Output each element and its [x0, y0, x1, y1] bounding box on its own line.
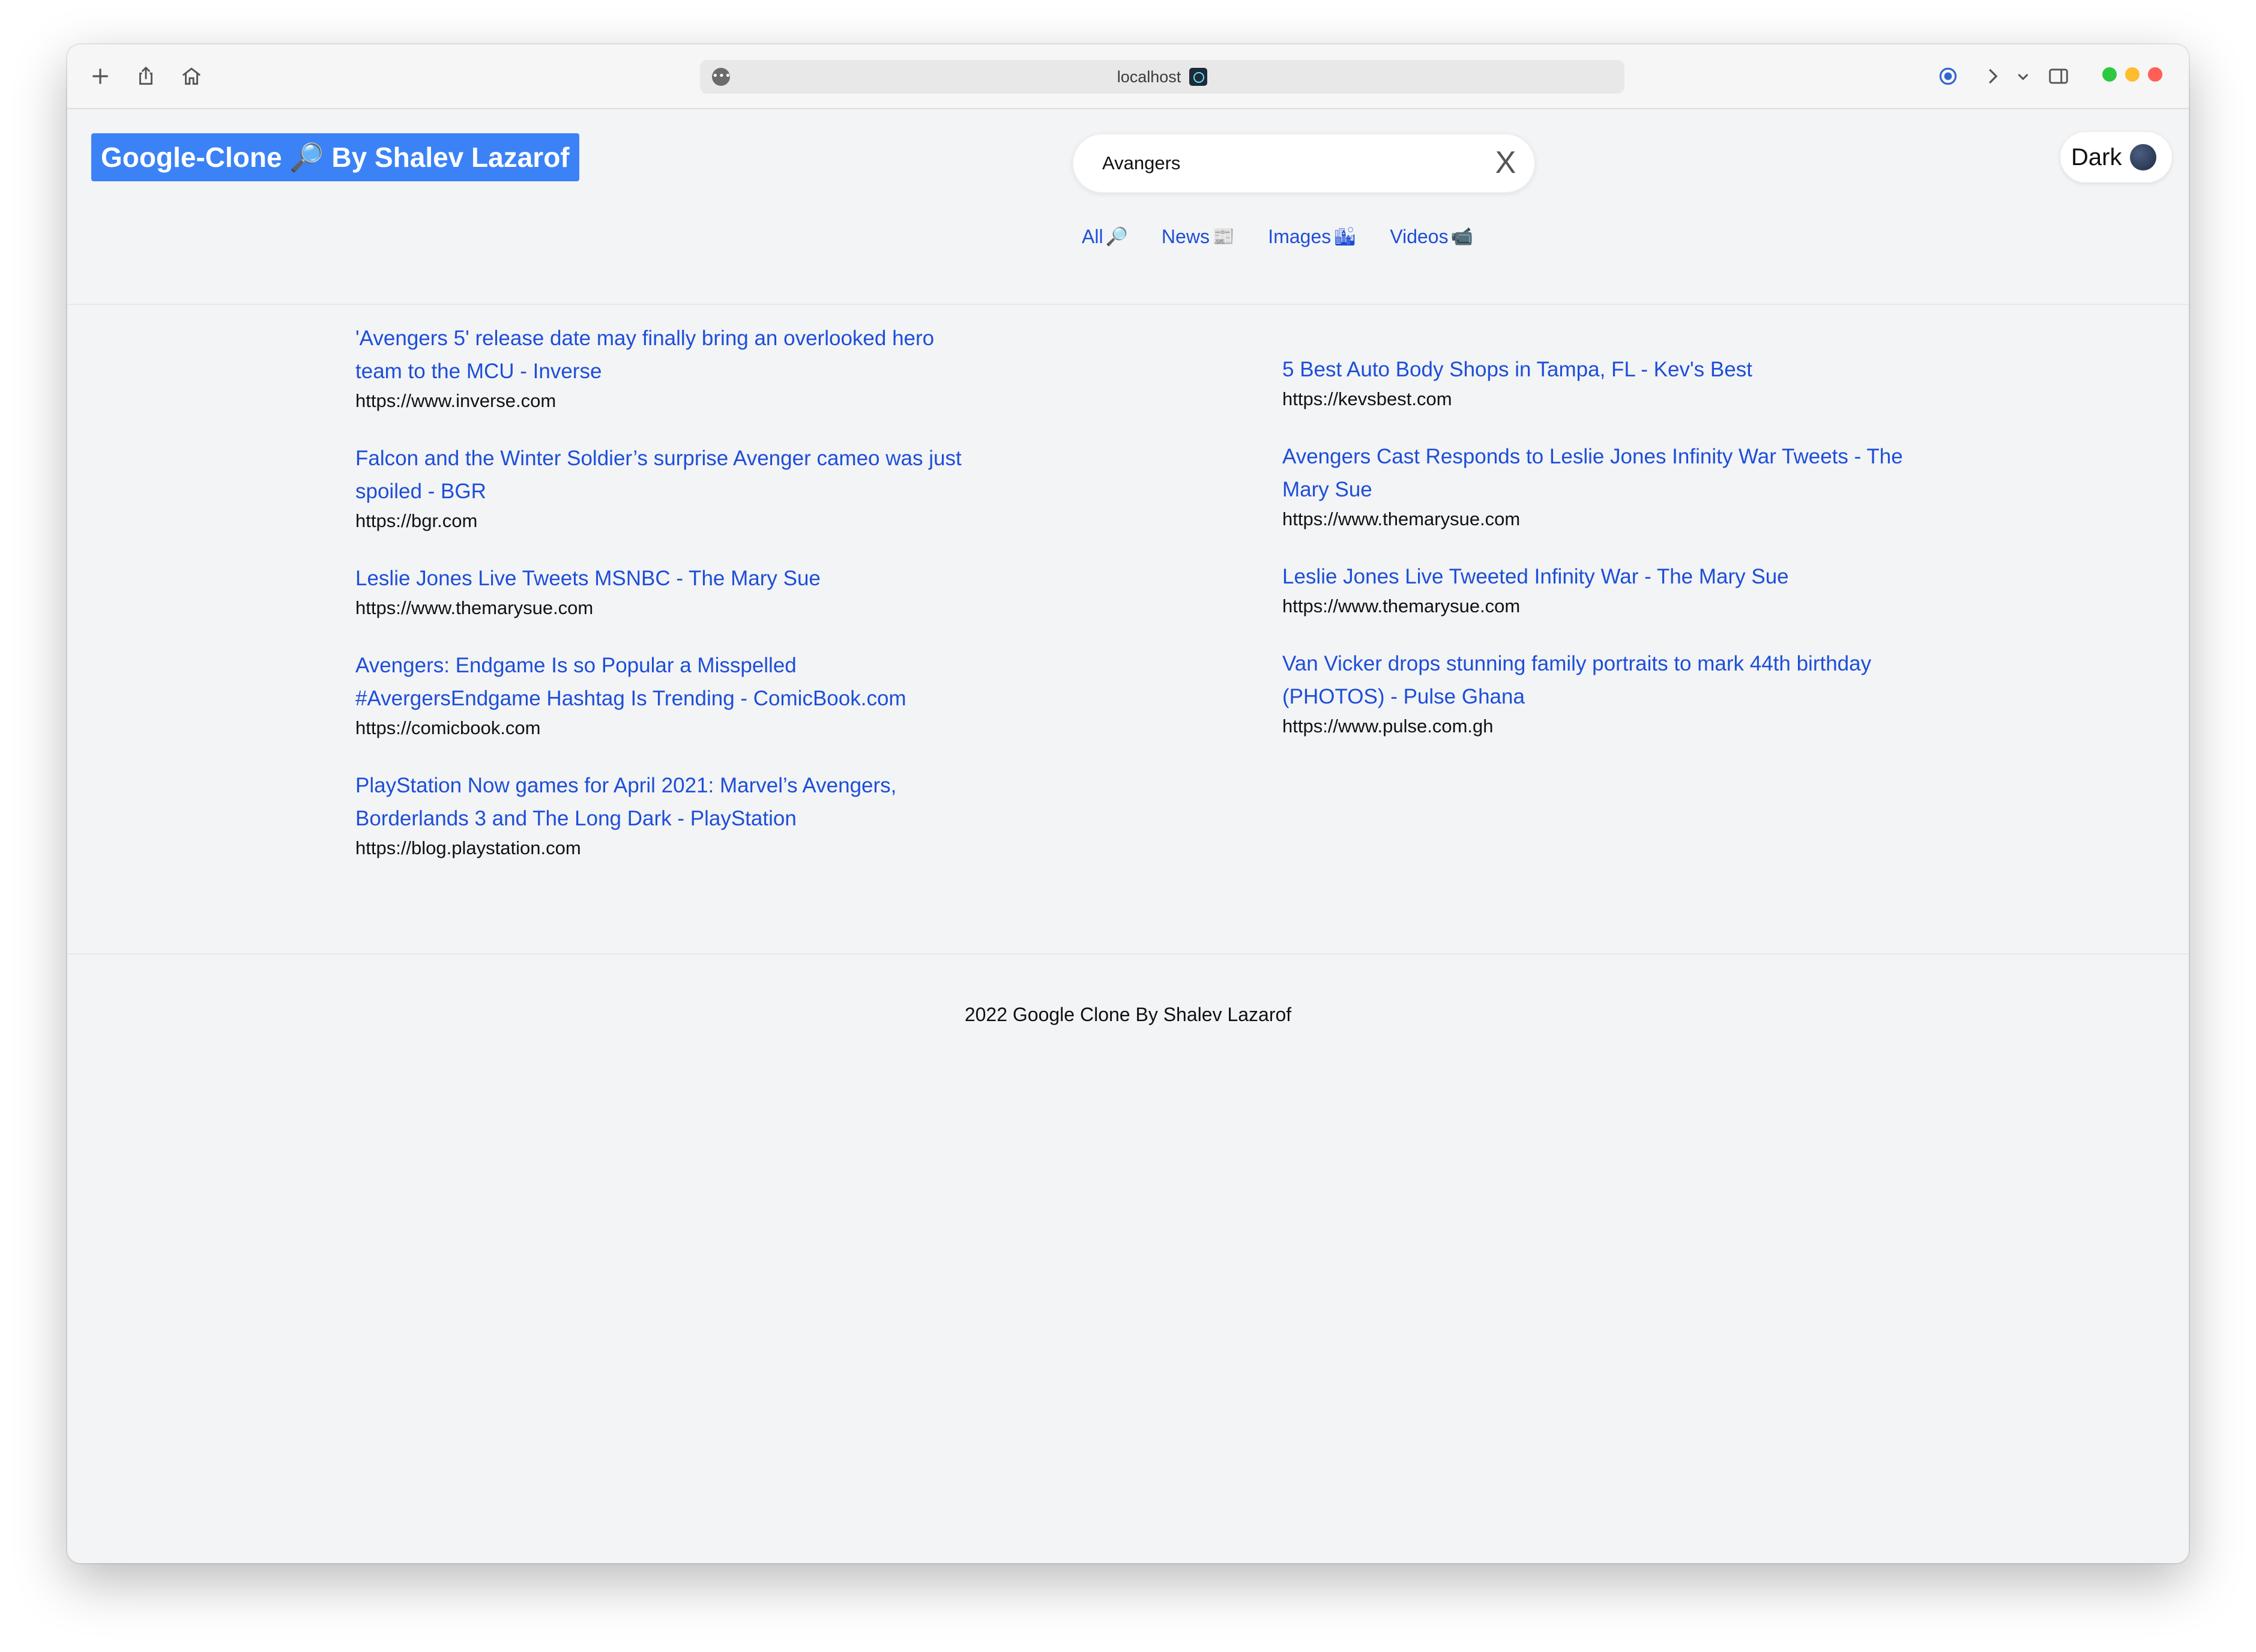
- site-logo[interactable]: Google-Clone 🔎 By Shalev Lazarof: [91, 133, 579, 181]
- tab-label: All: [1082, 225, 1103, 247]
- page-footer: 2022 Google Clone By Shalev Lazarof: [67, 968, 2189, 1026]
- result-url: https://www.themarysue.com: [1282, 595, 1521, 616]
- result-item: 'Avengers 5' release date may finally br…: [355, 322, 980, 414]
- result-title-link[interactable]: Van Vicker drops stunning family portrai…: [1282, 647, 1907, 713]
- home-icon[interactable]: [175, 60, 208, 92]
- react-favicon-icon: [1189, 68, 1208, 86]
- result-title-link[interactable]: Avengers Cast Responds to Leslie Jones I…: [1282, 440, 1907, 506]
- window-minimize-button[interactable]: [2125, 67, 2140, 82]
- address-url: localhost: [1117, 67, 1181, 86]
- tab-all[interactable]: All 🔎: [1082, 219, 1128, 255]
- extension-icon[interactable]: [1932, 60, 1964, 92]
- chevron-down-icon[interactable]: [2012, 60, 2034, 92]
- result-url: https://blog.playstation.com: [355, 837, 581, 858]
- page-content: Google-Clone 🔎 By Shalev Lazarof X Dark …: [67, 109, 2189, 1563]
- result-item: Leslie Jones Live Tweets MSNBC - The Mar…: [355, 562, 980, 621]
- result-url: https://www.pulse.com.gh: [1282, 716, 1494, 737]
- forward-icon[interactable]: [1976, 60, 2009, 92]
- result-title-link[interactable]: Leslie Jones Live Tweeted Infinity War -…: [1282, 560, 1907, 593]
- search-input[interactable]: [1101, 148, 1440, 179]
- result-url: https://www.themarysue.com: [1282, 508, 1521, 529]
- newspaper-icon: 📰: [1211, 226, 1235, 247]
- results-column-right: 5 Best Auto Body Shops in Tampa, FL - Ke…: [1282, 322, 1907, 767]
- result-title-link[interactable]: Avengers: Endgame Is so Popular a Misspe…: [355, 649, 980, 715]
- theme-toggle-button[interactable]: Dark: [2060, 132, 2173, 182]
- tab-news[interactable]: News 📰: [1162, 219, 1234, 255]
- tab-label: Images: [1268, 225, 1332, 247]
- search-tabs: All 🔎 News 📰 Images 🏙 Videos 📹: [1082, 219, 1473, 255]
- result-item: Avengers: Endgame Is so Popular a Misspe…: [355, 649, 980, 741]
- result-title-link[interactable]: Falcon and the Winter Soldier’s surprise…: [355, 442, 980, 508]
- tab-images[interactable]: Images 🏙: [1268, 219, 1356, 255]
- search-box: X: [1072, 133, 1536, 193]
- new-tab-icon[interactable]: [84, 60, 116, 92]
- site-header: Google-Clone 🔎 By Shalev Lazarof X Dark …: [67, 109, 2189, 305]
- result-item: PlayStation Now games for April 2021: Ma…: [355, 769, 980, 861]
- moon-icon: [2130, 144, 2157, 170]
- window-maximize-button[interactable]: [2102, 67, 2117, 82]
- result-item: Leslie Jones Live Tweeted Infinity War -…: [1282, 560, 1907, 620]
- tab-label: Videos: [1390, 225, 1449, 247]
- window-close-button[interactable]: [2148, 67, 2162, 82]
- theme-toggle-label: Dark: [2071, 143, 2122, 170]
- result-url: https://www.themarysue.com: [355, 597, 594, 618]
- share-icon[interactable]: [130, 60, 162, 92]
- result-title-link[interactable]: 'Avengers 5' release date may finally br…: [355, 322, 980, 388]
- results-column-left: 'Avengers 5' release date may finally br…: [355, 322, 980, 889]
- cityscape-icon: 🏙: [1333, 226, 1357, 247]
- address-bar[interactable]: ••• localhost: [700, 60, 1624, 94]
- browser-toolbar: ••• localhost: [67, 44, 2189, 109]
- clear-search-button[interactable]: X: [1488, 142, 1524, 184]
- result-item: Van Vicker drops stunning family portrai…: [1282, 647, 1907, 740]
- footer-text: 2022 Google Clone By Shalev Lazarof: [964, 1004, 1292, 1025]
- result-title-link[interactable]: Leslie Jones Live Tweets MSNBC - The Mar…: [355, 562, 980, 595]
- tab-videos[interactable]: Videos 📹: [1390, 219, 1473, 255]
- result-item: 5 Best Auto Body Shops in Tampa, FL - Ke…: [1282, 353, 1907, 412]
- video-camera-icon: 📹: [1450, 226, 1473, 247]
- browser-window: ••• localhost Google-Clone 🔎 By Shalev L…: [67, 44, 2189, 1563]
- tab-label: News: [1161, 225, 1210, 247]
- sidebar-toggle-icon[interactable]: [2042, 60, 2075, 92]
- magnifier-icon: 🔎: [1105, 226, 1128, 247]
- result-item: Falcon and the Winter Soldier’s surprise…: [355, 442, 980, 534]
- result-url: https://bgr.com: [355, 510, 478, 531]
- result-title-link[interactable]: 5 Best Auto Body Shops in Tampa, FL - Ke…: [1282, 353, 1907, 386]
- result-title-link[interactable]: PlayStation Now games for April 2021: Ma…: [355, 769, 980, 835]
- result-url: https://comicbook.com: [355, 717, 541, 738]
- result-url: https://kevsbest.com: [1282, 388, 1452, 409]
- result-item: Avengers Cast Responds to Leslie Jones I…: [1282, 440, 1907, 532]
- result-url: https://www.inverse.com: [355, 390, 556, 411]
- site-info-icon[interactable]: •••: [712, 68, 731, 86]
- search-results: 'Avengers 5' release date may finally br…: [67, 304, 2189, 954]
